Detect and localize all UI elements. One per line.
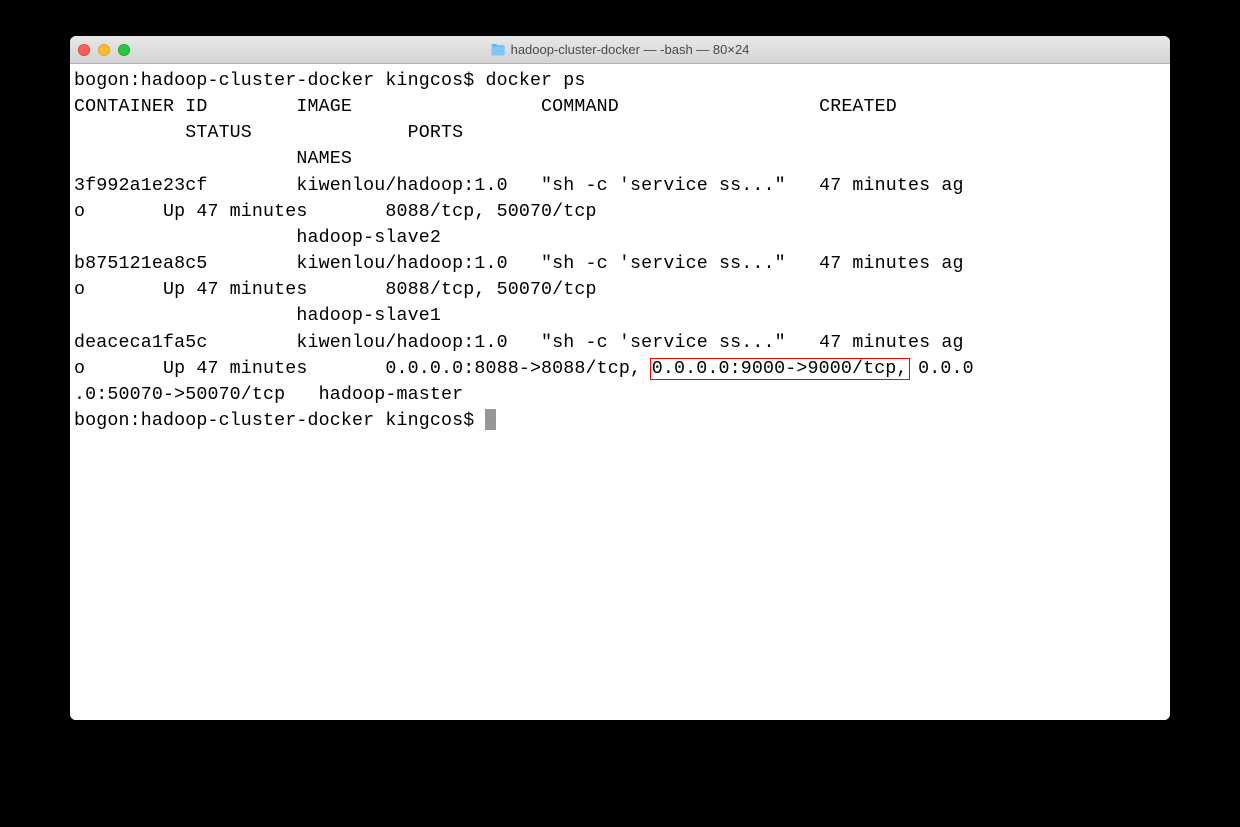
terminal-line: hadoop-slave1 xyxy=(74,306,441,326)
folder-icon xyxy=(491,44,506,56)
traffic-lights xyxy=(78,44,130,56)
terminal-line: o Up 47 minutes 8088/tcp, 50070/tcp xyxy=(74,280,930,300)
terminal-line: o Up 47 minutes 0.0.0.0:8088->8088/tcp, xyxy=(74,359,652,379)
terminal-line: 3f992a1e23cf kiwenlou/hadoop:1.0 "sh -c … xyxy=(74,176,964,196)
terminal-line: NAMES xyxy=(74,149,352,169)
terminal-line: .0:50070->50070/tcp hadoop-master xyxy=(74,385,463,405)
terminal-content[interactable]: bogon:hadoop-cluster-docker kingcos$ doc… xyxy=(70,64,1170,720)
terminal-line: deaceca1fa5c kiwenlou/hadoop:1.0 "sh -c … xyxy=(74,333,964,353)
close-button[interactable] xyxy=(78,44,90,56)
cursor xyxy=(485,409,496,430)
window-title: hadoop-cluster-docker — -bash — 80×24 xyxy=(511,42,750,57)
terminal-line: bogon:hadoop-cluster-docker kingcos$ xyxy=(74,411,485,431)
terminal-line: 0.0.0 xyxy=(907,359,974,379)
maximize-button[interactable] xyxy=(118,44,130,56)
highlighted-port: 0.0.0.0:9000->9000/tcp, xyxy=(650,358,910,380)
terminal-line: o Up 47 minutes 8088/tcp, 50070/tcp xyxy=(74,202,930,222)
titlebar[interactable]: hadoop-cluster-docker — -bash — 80×24 xyxy=(70,36,1170,64)
terminal-line: STATUS PORTS xyxy=(74,123,953,143)
terminal-line: CONTAINER ID IMAGE COMMAND CREATED xyxy=(74,97,941,117)
window-title-container: hadoop-cluster-docker — -bash — 80×24 xyxy=(491,42,750,57)
terminal-line: b875121ea8c5 kiwenlou/hadoop:1.0 "sh -c … xyxy=(74,254,964,274)
terminal-line: bogon:hadoop-cluster-docker kingcos$ doc… xyxy=(74,71,586,91)
minimize-button[interactable] xyxy=(98,44,110,56)
terminal-line: hadoop-slave2 xyxy=(74,228,441,248)
terminal-window: hadoop-cluster-docker — -bash — 80×24 bo… xyxy=(70,36,1170,720)
